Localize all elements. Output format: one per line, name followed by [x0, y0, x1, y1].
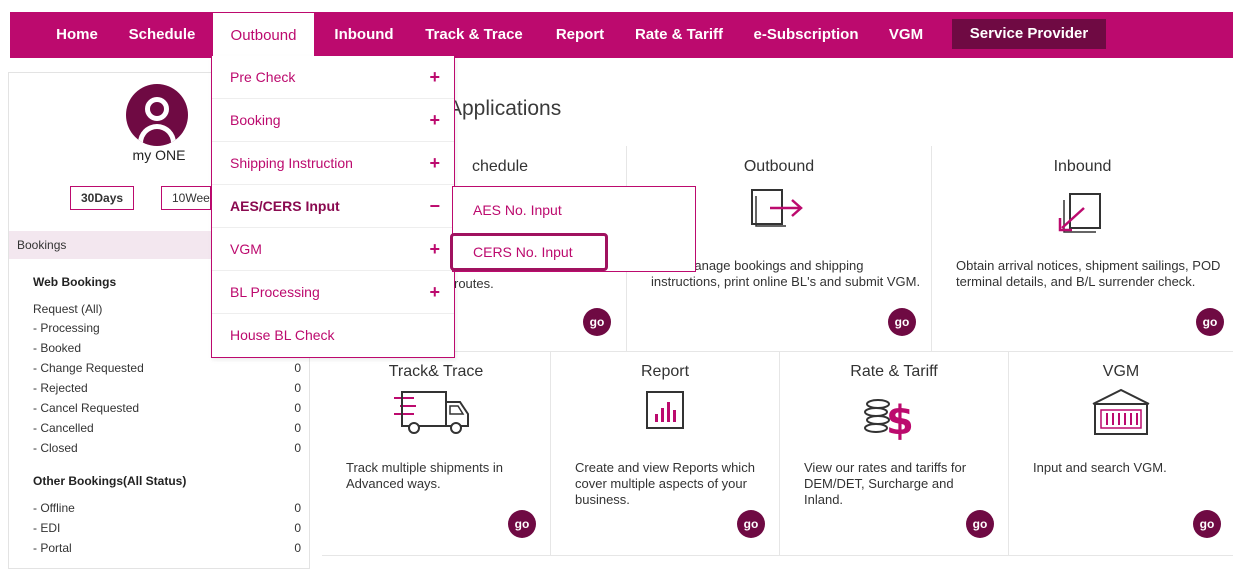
range-30days-button[interactable]: 30Days: [70, 186, 135, 210]
nav-rate-tariff[interactable]: Rate & Tariff: [624, 12, 734, 58]
dropdown-item-vgm[interactable]: VGM +: [212, 228, 454, 271]
card-title: Rate & Tariff: [850, 363, 938, 380]
other-bookings-title: Other Bookings(All Status): [33, 474, 187, 488]
nav-vgm[interactable]: VGM: [878, 12, 934, 58]
outbound-dropdown: Pre Check + Booking + Shipping Instruction…: [211, 56, 455, 358]
go-button[interactable]: go: [1196, 308, 1224, 336]
report-icon: [646, 391, 684, 429]
card-title: VGM: [1102, 363, 1140, 380]
nav-inbound[interactable]: Inbound: [322, 12, 406, 58]
card-desc: Obtain arrival notices, shipment sailing…: [956, 258, 1221, 289]
plus-icon[interactable]: +: [429, 228, 440, 271]
go-button[interactable]: go: [888, 308, 916, 336]
go-button[interactable]: go: [508, 510, 536, 538]
highlight-box: [450, 233, 608, 271]
go-button[interactable]: go: [583, 308, 611, 336]
submenu-item-aes-no-input[interactable]: AES No. Input: [473, 202, 562, 218]
truck-icon: [394, 391, 469, 434]
nav-track-trace[interactable]: Track & Trace: [414, 12, 534, 58]
range-10weeks-button[interactable]: 10Wee: [161, 186, 211, 210]
container-scale-icon: [1092, 388, 1150, 435]
card-track-trace: Track& Trace Track multiple shipments in…: [322, 352, 551, 556]
dropdown-item-booking[interactable]: Booking +: [212, 99, 454, 142]
nav-service-provider[interactable]: Service Provider: [952, 19, 1106, 49]
go-button[interactable]: go: [966, 510, 994, 538]
card-rate-tariff: Rate & Tariff $ View our rates and tarif…: [780, 352, 1009, 556]
web-booking-row[interactable]: - Rejected 0: [33, 381, 301, 395]
web-bookings-title: Web Bookings: [33, 275, 117, 289]
nav-report[interactable]: Report: [544, 12, 616, 58]
dropdown-item-house-bl-check[interactable]: House BL Check: [212, 314, 454, 357]
applications-title: Applications: [448, 97, 562, 120]
nav-e-subscription[interactable]: e-Subscription: [744, 12, 868, 58]
nav-outbound[interactable]: Outbound: [212, 12, 315, 58]
other-booking-row[interactable]: - Portal 0: [33, 541, 301, 555]
card-report: Report Create and view Reports which cov…: [551, 352, 780, 556]
web-booking-row[interactable]: - Cancel Requested 0: [33, 401, 301, 415]
card-desc: Create and view Reports which cover mult…: [575, 460, 755, 507]
go-button[interactable]: go: [1193, 510, 1221, 538]
card-title: Inbound: [1053, 158, 1112, 175]
plus-icon[interactable]: +: [429, 99, 440, 142]
card-vgm: VGM Input and search VGM. go: [1009, 352, 1233, 556]
web-booking-row[interactable]: - Cancelled 0: [33, 421, 301, 435]
svg-text:$: $: [886, 398, 914, 440]
card-desc: Track multiple shipments in Advanced way…: [346, 460, 504, 491]
nav-home[interactable]: Home: [44, 12, 110, 58]
dropdown-item-pre-check[interactable]: Pre Check +: [212, 56, 454, 99]
plus-icon[interactable]: +: [429, 271, 440, 314]
card-inbound: Inbound Obtain arrival notices, shipment…: [932, 146, 1233, 352]
avatar-icon: [126, 84, 188, 146]
dropdown-item-shipping-instruction[interactable]: Shipping Instruction +: [212, 142, 454, 185]
card-title: Track& Trace: [388, 363, 484, 380]
dollar-coins-icon: $: [864, 398, 914, 440]
dropdown-item-aes-cers-input[interactable]: AES/CERS Input −: [212, 185, 454, 228]
card-title: Report: [640, 363, 690, 380]
outbound-icon: [751, 189, 803, 227]
plus-icon[interactable]: +: [429, 142, 440, 185]
card-desc: View our rates and tariffs for DEM/DET, …: [804, 460, 967, 507]
inbound-icon: [1058, 193, 1101, 233]
other-booking-row[interactable]: - EDI 0: [33, 521, 301, 535]
dropdown-item-bl-processing[interactable]: BL Processing +: [212, 271, 454, 314]
other-booking-row[interactable]: - Offline 0: [33, 501, 301, 515]
web-booking-row[interactable]: - Change Requested 0: [33, 361, 301, 375]
card-title: Outbound: [743, 158, 815, 175]
minus-icon[interactable]: −: [429, 185, 440, 228]
web-booking-row[interactable]: - Closed 0: [33, 441, 301, 455]
card-desc: Input and search VGM.: [1033, 460, 1167, 475]
go-button[interactable]: go: [737, 510, 765, 538]
card-desc: routes.: [454, 276, 494, 291]
nav-schedule[interactable]: Schedule: [116, 12, 208, 58]
plus-icon[interactable]: +: [429, 56, 440, 99]
